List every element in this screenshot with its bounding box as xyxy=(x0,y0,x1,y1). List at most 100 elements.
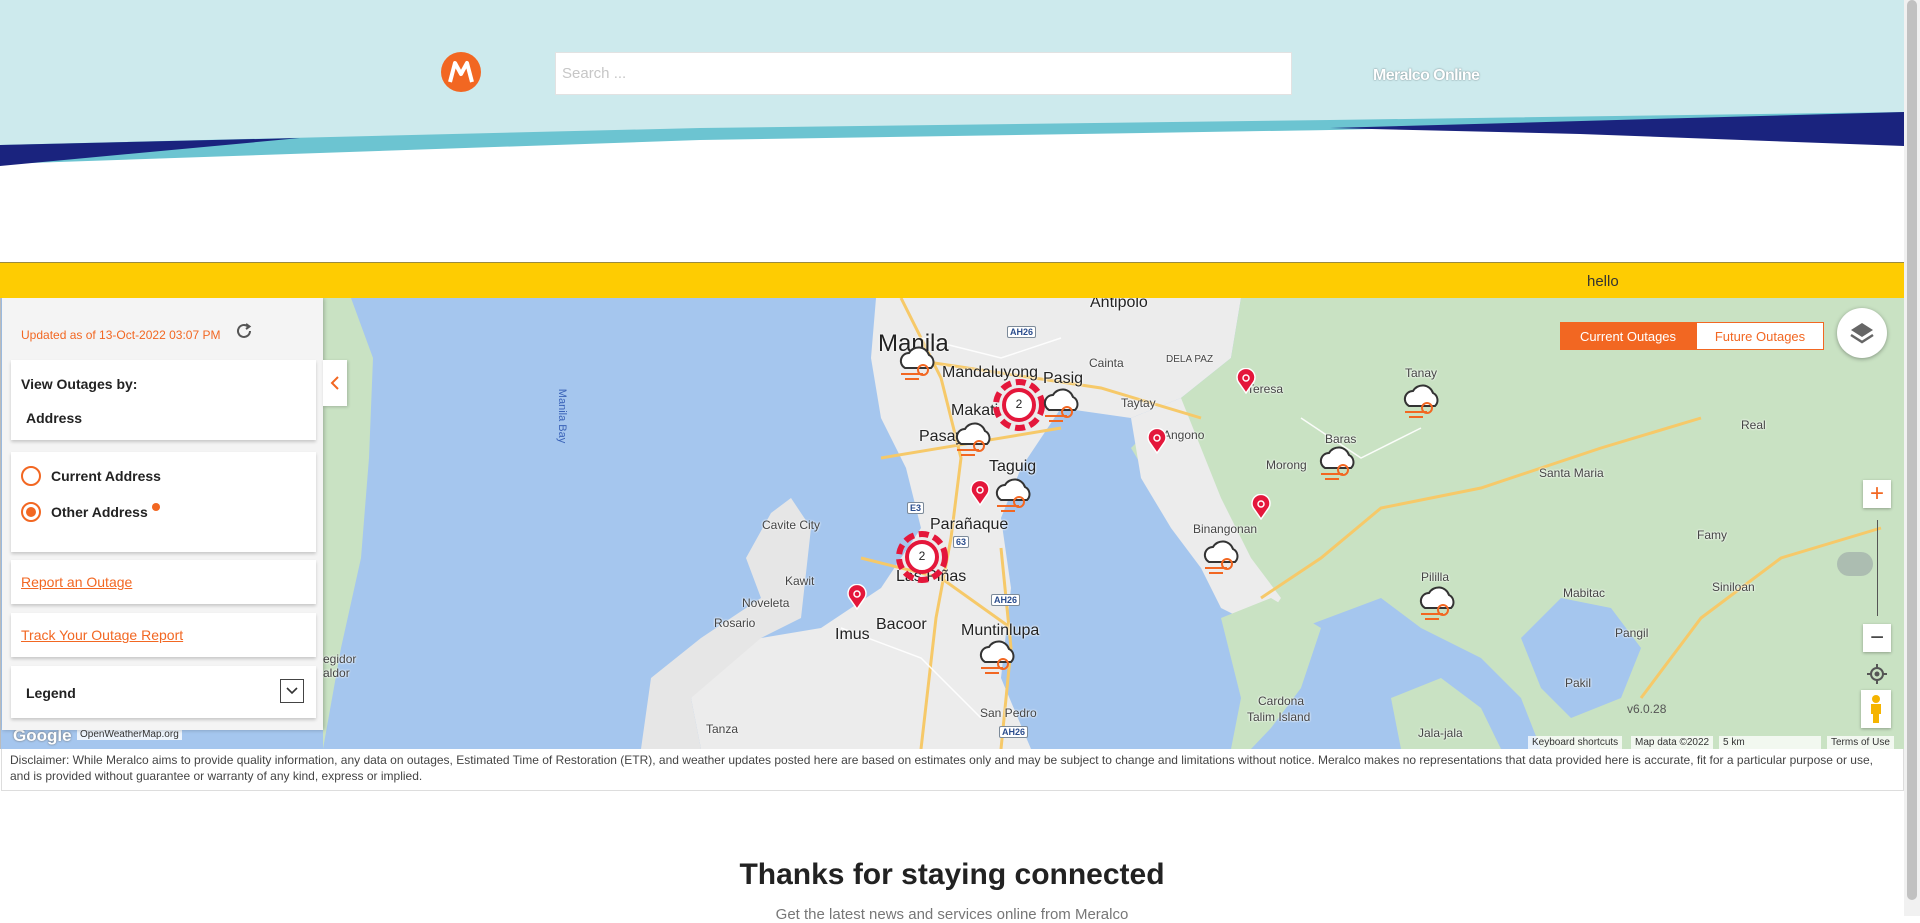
scrollbar-thumb[interactable] xyxy=(1907,0,1917,900)
road-shield: AH26 xyxy=(999,726,1029,738)
legend-toggle-button[interactable] xyxy=(280,679,304,703)
meralco-online-link[interactable]: Meralco Online xyxy=(1373,67,1480,85)
place-label: Tanza xyxy=(706,722,739,736)
place-label: Cardona xyxy=(1258,694,1305,708)
place-label: Tanay xyxy=(1405,366,1438,380)
outage-cluster[interactable]: 2 xyxy=(895,530,949,584)
outage-pin-icon[interactable] xyxy=(1250,494,1272,520)
place-label: Manila Bay xyxy=(556,388,569,444)
thanks-subtext: Get the latest news and services online … xyxy=(775,906,1129,923)
future-outages-tab[interactable]: Future Outages xyxy=(1696,322,1824,350)
current-address-radio[interactable] xyxy=(21,466,41,486)
collapse-panel-button[interactable] xyxy=(323,360,347,406)
place-label: Imus xyxy=(835,626,870,643)
zoom-slider-track[interactable] xyxy=(1877,520,1878,616)
place-label: aldor xyxy=(323,666,350,680)
report-outage-card: Report an Outage xyxy=(11,560,316,604)
place-label: Angono xyxy=(1163,428,1205,442)
legend-label: Legend xyxy=(26,685,76,701)
zoom-in-button[interactable]: + xyxy=(1863,480,1891,508)
terms-of-use-link[interactable]: Terms of Use xyxy=(1827,736,1894,749)
scale-label: 5 km xyxy=(1723,737,1745,748)
cluster-count: 2 xyxy=(918,549,926,563)
keyboard-shortcuts-link[interactable]: Keyboard shortcuts xyxy=(1528,736,1623,749)
place-label: Morong xyxy=(1266,458,1307,472)
place-label: Binangonan xyxy=(1193,522,1258,536)
other-address-label: Other Address xyxy=(51,504,148,520)
search-input[interactable] xyxy=(555,52,1292,95)
other-address-option[interactable]: Other Address xyxy=(21,502,160,522)
my-location-icon[interactable] xyxy=(1867,664,1887,684)
road-shield: AH26 xyxy=(1007,326,1037,338)
storm-cloud-icon[interactable] xyxy=(977,638,1021,678)
meralco-logo-icon[interactable] xyxy=(439,50,483,94)
place-label: Pililla xyxy=(1421,570,1450,584)
place-label: Noveleta xyxy=(742,596,790,610)
track-report-link[interactable]: Track Your Outage Report xyxy=(21,627,183,643)
road-shield: 63 xyxy=(953,536,970,548)
storm-cloud-icon[interactable] xyxy=(1201,538,1245,578)
legend-card: Legend xyxy=(11,666,316,718)
storm-cloud-icon[interactable] xyxy=(1417,584,1461,624)
view-outages-card: View Outages by: Address xyxy=(11,360,316,440)
storm-cloud-icon[interactable] xyxy=(1317,444,1361,484)
refresh-icon[interactable] xyxy=(235,322,253,340)
place-label: Taytay xyxy=(1121,396,1156,410)
current-outages-tab[interactable]: Current Outages xyxy=(1560,322,1696,350)
storm-cloud-icon[interactable] xyxy=(953,420,997,460)
storm-cloud-icon[interactable] xyxy=(1401,382,1445,422)
place-label: Pakil xyxy=(1565,676,1592,690)
place-label: Jala-jala xyxy=(1418,726,1463,740)
version-label: v6.0.28 xyxy=(1627,702,1667,716)
disclaimer-text: Disclaimer: While Meralco aims to provid… xyxy=(1,749,1904,791)
storm-cloud-icon[interactable] xyxy=(1041,386,1085,426)
place-label: Talim Island xyxy=(1247,710,1311,724)
outage-map[interactable]: Manila Mandaluyong Pasig Makati Pasay Ta… xyxy=(0,298,1904,749)
chevron-left-icon xyxy=(330,376,339,390)
place-label: Mabitac xyxy=(1563,586,1606,600)
zoom-slider-handle[interactable] xyxy=(1837,552,1873,576)
updated-timestamp: Updated as of 13-Oct-2022 03:07 PM xyxy=(21,328,221,342)
track-report-card: Track Your Outage Report xyxy=(11,613,316,657)
view-outages-value[interactable]: Address xyxy=(26,410,82,426)
current-address-option[interactable]: Current Address xyxy=(21,466,161,486)
info-dot-icon[interactable] xyxy=(151,503,160,511)
scale-bar: 5 km xyxy=(1719,736,1821,749)
outage-cluster[interactable]: 2 xyxy=(992,378,1046,432)
page-header: Meralco Online xyxy=(0,0,1904,170)
place-label: Bacoor xyxy=(876,616,927,633)
outage-pin-icon[interactable] xyxy=(1235,368,1257,394)
place-label: Antipolo xyxy=(1090,298,1148,311)
other-address-radio[interactable] xyxy=(21,502,41,522)
road-shield: AH26 xyxy=(991,594,1021,606)
map-data-attribution: Map data ©2022 xyxy=(1631,736,1714,749)
place-label: Kawit xyxy=(785,574,815,588)
place-label: Siniloan xyxy=(1712,580,1755,594)
place-label: egidor xyxy=(323,652,357,666)
zoom-out-button[interactable]: − xyxy=(1863,624,1891,652)
address-options-card: Current Address Other Address xyxy=(11,452,316,552)
openweathermap-attribution[interactable]: OpenWeatherMap.org xyxy=(77,729,182,740)
cluster-count: 2 xyxy=(1015,397,1023,411)
outage-pin-icon[interactable] xyxy=(969,480,991,506)
place-label: Famy xyxy=(1697,528,1727,542)
place-label: San Pedro xyxy=(980,706,1037,720)
outage-pin-icon[interactable] xyxy=(846,584,868,610)
map-layers-button[interactable] xyxy=(1837,308,1887,358)
place-label: Santa Maria xyxy=(1539,466,1604,480)
layers-icon xyxy=(1850,323,1874,344)
place-label: DELA PAZ xyxy=(1166,354,1214,365)
report-outage-link[interactable]: Report an Outage xyxy=(21,574,132,590)
road-shield: E3 xyxy=(907,502,925,514)
pegman-icon xyxy=(1871,695,1881,723)
outage-type-toggle: Current Outages Future Outages xyxy=(1560,322,1824,350)
storm-cloud-icon[interactable] xyxy=(897,344,941,384)
page-scrollbar[interactable] xyxy=(1904,0,1920,916)
place-label: Cainta xyxy=(1089,356,1124,370)
storm-cloud-icon[interactable] xyxy=(993,476,1037,516)
announcement-text: hello xyxy=(1587,273,1619,290)
outage-pin-icon[interactable] xyxy=(1146,428,1168,454)
current-address-label: Current Address xyxy=(51,468,161,484)
street-view-button[interactable] xyxy=(1861,690,1891,728)
place-label: Pangil xyxy=(1615,626,1649,640)
